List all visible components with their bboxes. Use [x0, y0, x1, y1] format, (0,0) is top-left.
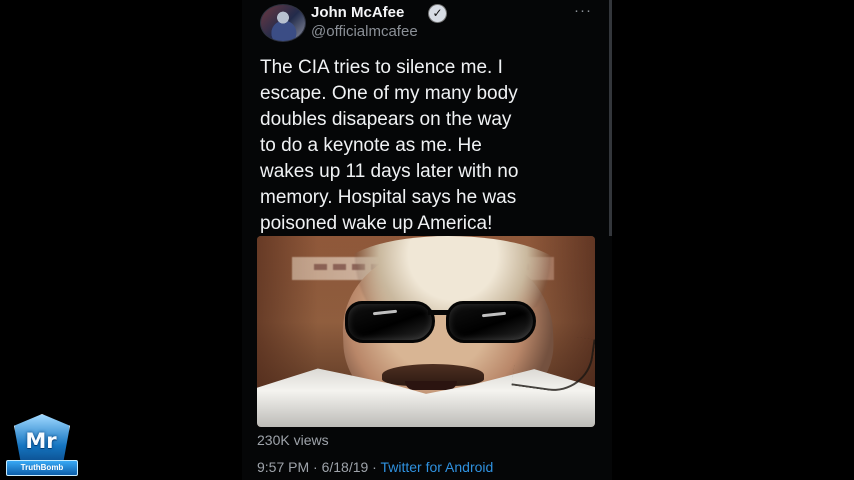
tweet-text: The CIA tries to silence me. I escape. O…: [260, 57, 519, 234]
verified-check-icon: ✓: [429, 5, 446, 22]
video-thumbnail[interactable]: [257, 236, 595, 427]
profile-avatar[interactable]: [260, 4, 306, 42]
scrollbar-thumb[interactable]: [609, 0, 612, 236]
tweet-timestamp[interactable]: 9:57 PM · 6/18/19 ·: [257, 459, 380, 475]
tweet-header: John McAfee ✓ @officialmcafee ···: [242, 0, 612, 46]
left-sunglasses-lens: [345, 301, 435, 343]
tweet-source-link[interactable]: Twitter for Android: [380, 459, 493, 475]
mouth: [405, 381, 457, 390]
sunglasses-icon: [345, 297, 536, 344]
video-frame: John McAfee ✓ @officialmcafee ··· The CI…: [0, 0, 854, 480]
badge-subtitle: TruthBomb: [6, 460, 78, 476]
more-options-icon[interactable]: ···: [574, 3, 592, 18]
badge-title: Mr: [25, 429, 57, 453]
tweet-metadata: 9:57 PM · 6/18/19 · Twitter for Android: [257, 459, 493, 475]
tweet-card: John McAfee ✓ @officialmcafee ··· The CI…: [242, 0, 612, 480]
author-handle[interactable]: @officialmcafee: [311, 23, 418, 40]
mr-truthbomb-badge: Mr TruthBomb: [6, 414, 78, 478]
view-count: 230K views: [257, 432, 329, 448]
author-display-name[interactable]: John McAfee: [311, 4, 404, 21]
